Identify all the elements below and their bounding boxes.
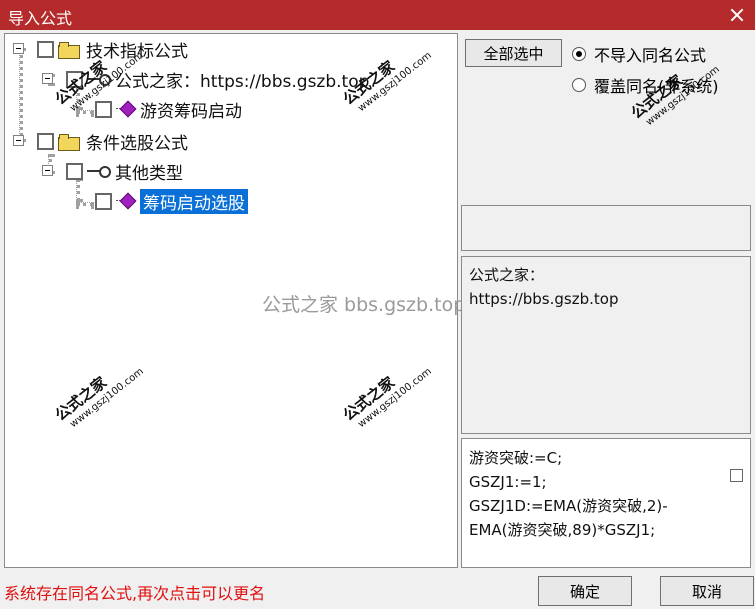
tree-node-youzi-chouma[interactable]: 游资筹码启动 [95, 96, 242, 122]
key-icon [87, 165, 111, 178]
expander-icon[interactable] [42, 165, 53, 176]
tree-line [76, 202, 94, 206]
code-line: GSZJ1:=1; [469, 473, 547, 491]
node-checkbox[interactable] [66, 162, 83, 180]
description-line: 公式之家： [469, 266, 545, 284]
description-line: https://bbs.gszb.top [469, 290, 619, 308]
description-box: 公式之家： https://bbs.gszb.top [461, 256, 751, 434]
status-message: 系统存在同名公式,再次点击可以更名 [4, 584, 266, 603]
node-checkbox[interactable] [37, 40, 54, 58]
select-all-button[interactable]: 全部选中 [465, 39, 562, 67]
node-checkbox[interactable] [95, 192, 112, 210]
tree-node-chouma-select[interactable]: 筹码启动选股 [95, 188, 248, 214]
close-icon[interactable] [725, 3, 749, 27]
radio-selected-icon[interactable] [572, 47, 586, 61]
radio-label: 不导入同名公式 [594, 46, 707, 65]
tree-line [19, 48, 23, 142]
formula-gem-icon [116, 193, 134, 209]
tree-node-label: 游资筹码启动 [140, 101, 242, 122]
folder-icon [58, 133, 80, 151]
folder-icon [58, 41, 80, 59]
expander-icon[interactable] [13, 135, 24, 146]
tree-node-condition-select[interactable]: 条件选股公式 [37, 128, 188, 154]
radio-overwrite[interactable]: 覆盖同名(非系统) [572, 73, 719, 97]
cancel-button[interactable]: 取消 [660, 576, 754, 606]
tree-node-label: 条件选股公式 [86, 133, 188, 154]
code-line: 游资突破:=C; [469, 449, 563, 467]
code-line: GSZJ1D:=EMA(游资突破,2)- [469, 497, 668, 515]
tree-node-other-types[interactable]: 其他类型 [66, 158, 183, 184]
code-checkbox[interactable] [730, 469, 743, 482]
window-title: 导入公式 [8, 9, 73, 28]
node-checkbox[interactable] [37, 132, 54, 150]
code-preview[interactable]: 游资突破:=C; GSZJ1:=1; GSZJ1D:=EMA(游资突破,2)- … [461, 438, 751, 568]
empty-field [461, 205, 751, 251]
node-checkbox[interactable] [95, 100, 112, 118]
ok-button[interactable]: 确定 [538, 576, 632, 606]
title-bar: 导入公式 [0, 0, 755, 30]
tree-node-label: 其他类型 [115, 163, 183, 184]
tree-node-label: 公式之家：https://bbs.gszb.top [115, 71, 370, 92]
expander-icon[interactable] [42, 73, 53, 84]
radio-unselected-icon[interactable] [572, 78, 586, 92]
expander-icon[interactable] [13, 43, 24, 54]
radio-no-import[interactable]: 不导入同名公式 [572, 42, 706, 66]
radio-label: 覆盖同名(非系统) [594, 77, 719, 96]
center-watermark: 公式之家 bbs.gszb.top [262, 294, 466, 316]
tree-node-label: 筹码启动选股 [140, 188, 248, 214]
formula-gem-icon [116, 101, 134, 117]
code-line: EMA(游资突破,89)*GSZJ1; [469, 521, 656, 539]
